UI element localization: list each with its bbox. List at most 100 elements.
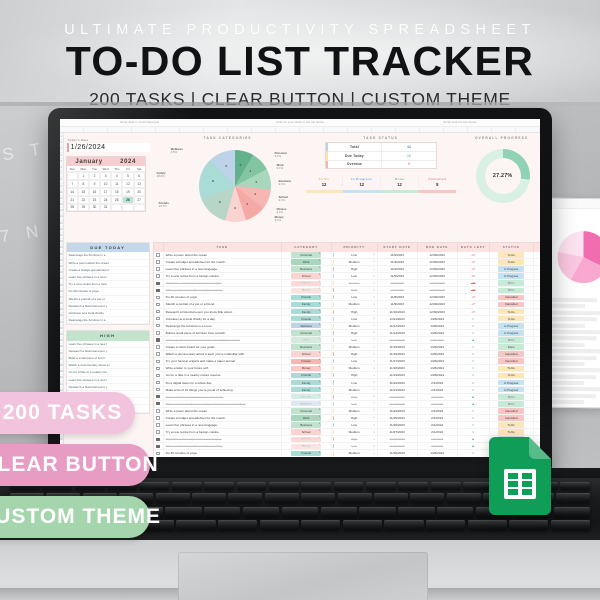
due-date-cell[interactable]: 2/1/2024 (418, 443, 458, 450)
status-cell[interactable]: In Progress (490, 386, 534, 393)
calendar-day[interactable]: 10 (100, 180, 112, 188)
status-badge[interactable]: In Progress (498, 330, 525, 336)
start-date-cell[interactable]: 11/28/2023 (378, 436, 418, 443)
calendar-day[interactable]: 20 (133, 187, 145, 196)
due-today-item[interactable]: Rearrange the furniture in a (66, 317, 149, 325)
task-checkbox[interactable] (154, 258, 164, 265)
status-cell[interactable]: Done (490, 400, 534, 407)
start-date-cell[interactable]: 11/8/2023 (378, 294, 418, 301)
calendar-day[interactable]: 25 (111, 195, 123, 204)
category-cell[interactable]: Work (282, 336, 332, 343)
calendar-day[interactable]: 13 (133, 180, 145, 188)
chevron-down-icon[interactable]: ▾ (373, 452, 374, 455)
priority-cell[interactable]: Medium ▾ (332, 450, 378, 457)
category-dropdown[interactable]: Personal (291, 330, 322, 336)
due-date-cell[interactable]: 1/26/2024 (418, 372, 458, 379)
chevron-down-icon[interactable]: ▾ (373, 346, 374, 349)
table-row[interactable]: Go for a hike in a nearby nature reserve… (153, 372, 540, 380)
calendar-day[interactable] (111, 203, 123, 212)
calendar-day[interactable]: 5 (122, 172, 134, 181)
status-badge[interactable]: Done (498, 287, 525, 294)
category-cell[interactable]: Friends (282, 372, 332, 379)
due-today-item[interactable]: Volunteer at a local charity (66, 310, 149, 318)
category-cell[interactable]: School (282, 429, 332, 436)
start-date-cell[interactable]: 11/11/2023 (378, 315, 418, 322)
calendar-day[interactable]: 30 (88, 203, 101, 212)
checkbox-icon[interactable] (156, 253, 160, 257)
table-row[interactable]: Write a short story with a surprise endi… (153, 287, 540, 295)
priority-cell[interactable]: Medium ▾ (332, 386, 378, 393)
task-checkbox[interactable] (154, 315, 164, 322)
calendar-day[interactable]: 27 (133, 195, 145, 204)
calendar-day[interactable]: 11 (111, 180, 123, 188)
row-number[interactable]: 19 (60, 245, 63, 252)
due-today-item[interactable]: Rearrange the furniture in a (66, 252, 149, 260)
high-priority-item[interactable]: Learn five phrases in a new l (66, 341, 149, 348)
row-number[interactable]: 10 (60, 190, 63, 196)
column-header-category[interactable]: CATEGORY (282, 243, 332, 252)
start-date-cell[interactable]: 11/24/2023 (378, 407, 418, 414)
status-cell[interactable]: Cancelled (490, 301, 534, 308)
category-cell[interactable]: Money (282, 287, 332, 294)
category-cell[interactable]: Family (282, 386, 332, 393)
task-checkbox[interactable] (154, 251, 164, 258)
task-name-cell[interactable]: Watch a documentary about a topic you're… (164, 351, 282, 358)
status-badge[interactable]: To Do (498, 315, 525, 322)
category-dropdown[interactable]: Money (291, 443, 322, 450)
start-date-cell[interactable]: 11/25/2023 (378, 414, 418, 422)
priority-cell[interactable]: Medium ▾ (332, 301, 378, 308)
priority-cell[interactable]: Medium ▾ (332, 429, 378, 436)
table-row[interactable]: Sketch a portrait of a pet or a friend. F… (153, 301, 540, 309)
priority-cell[interactable]: Low ▾ (332, 422, 378, 429)
calendar-day[interactable]: 7 (66, 180, 78, 188)
task-checkbox[interactable] (154, 393, 164, 400)
task-checkbox[interactable] (154, 436, 164, 443)
task-checkbox[interactable] (154, 365, 164, 372)
priority-cell[interactable]: High ▾ (332, 308, 378, 315)
start-date-cell[interactable]: 11/14/2023 (378, 336, 418, 343)
start-date-cell[interactable]: 11/19/2023 (378, 372, 418, 379)
due-today-item[interactable]: Research a historical event y (66, 303, 149, 310)
table-row[interactable]: Rearrange the furniture in a room. Wellne… (153, 322, 540, 330)
checkbox-icon[interactable] (156, 302, 160, 307)
checkbox-icon[interactable] (156, 409, 160, 413)
start-date-cell[interactable]: 11/27/2023 (378, 429, 418, 436)
table-row[interactable]: Start a gratitude journal and write in i… (153, 336, 540, 344)
status-badge[interactable]: In Progress (498, 273, 525, 279)
category-cell[interactable]: Friends (282, 450, 332, 457)
calendar-day[interactable]: 3 (100, 172, 112, 181)
due-today-list[interactable]: Rearrange the furniture in a Write a poem… (66, 252, 149, 325)
category-dropdown[interactable]: Friends (291, 394, 322, 400)
table-row[interactable]: Write a letter to your future self. Money… (153, 365, 540, 373)
priority-cell[interactable]: High ▾ (332, 329, 378, 336)
chevron-down-icon[interactable]: ▾ (373, 331, 374, 334)
start-date-cell[interactable]: 11/2/2023 (378, 251, 418, 258)
priority-cell[interactable]: High ▾ (332, 393, 378, 400)
task-checkbox[interactable] (154, 322, 164, 329)
calendar-day[interactable]: 12 (122, 180, 134, 188)
due-date-cell[interactable]: 1/26/2024 (418, 344, 458, 351)
chevron-down-icon[interactable]: ▾ (373, 416, 374, 419)
category-cell[interactable]: Wellness (282, 400, 332, 407)
priority-cell[interactable]: Low ▾ (332, 358, 378, 365)
row-number[interactable]: 24 (60, 276, 63, 283)
task-name-cell[interactable]: Build a small piece of furniture from sc… (164, 329, 282, 336)
category-dropdown[interactable]: Personal (291, 252, 322, 258)
category-dropdown[interactable]: Business (291, 266, 322, 272)
due-date-cell[interactable]: 2/1/2024 (418, 429, 458, 436)
table-row[interactable]: Create a budget spreadsheet for the mont… (153, 258, 540, 266)
table-row[interactable]: Write a poem about the ocean. Personal Low… (153, 251, 540, 259)
priority-cell[interactable]: Medium ▾ (332, 365, 378, 372)
category-cell[interactable]: Friends (282, 294, 332, 301)
chevron-down-icon[interactable]: ▾ (373, 409, 374, 412)
due-today-item[interactable]: Learn five phrases in a new l (66, 274, 149, 282)
status-badge[interactable]: Cancelled (498, 351, 525, 357)
due-date-cell[interactable]: 12/30/2023 (418, 251, 458, 258)
category-cell[interactable]: Family (282, 308, 332, 315)
calendar-day[interactable]: 1 (77, 172, 89, 181)
chevron-down-icon[interactable]: ▾ (373, 268, 374, 271)
calendar-day[interactable]: 31 (100, 203, 112, 212)
status-cell[interactable]: Cancelled (490, 351, 534, 358)
task-name-cell[interactable]: Learn five phrases in a new language. (164, 265, 282, 273)
calendar-day[interactable]: 17 (100, 187, 112, 196)
